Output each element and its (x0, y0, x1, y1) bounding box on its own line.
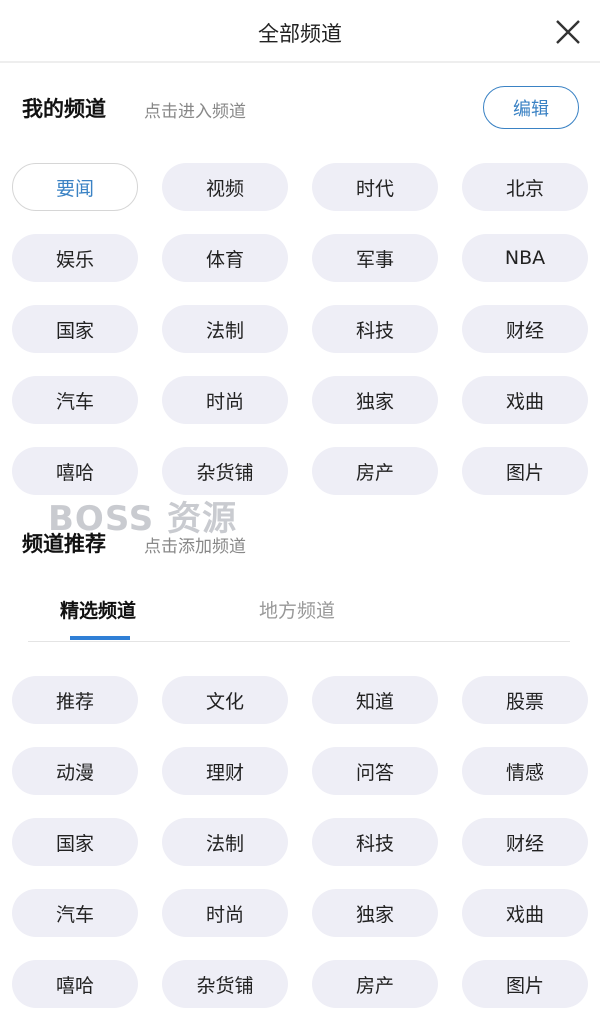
recommended-channel-chip[interactable]: 知道 (312, 676, 438, 724)
my-channel-chip[interactable]: 视频 (162, 163, 288, 211)
recommended-channel-chip[interactable]: 杂货铺 (162, 960, 288, 1008)
my-channels-hint: 点击进入频道 (144, 102, 246, 122)
my-channel-chip[interactable]: 军事 (312, 234, 438, 282)
my-channel-chip[interactable]: 国家 (12, 305, 138, 353)
recommended-channel-chip[interactable]: 情感 (462, 747, 588, 795)
recommended-channel-chip[interactable]: 科技 (312, 818, 438, 866)
page-title: 全部频道 (258, 22, 342, 46)
recommended-channel-chip[interactable]: 动漫 (12, 747, 138, 795)
recommended-channel-chip[interactable]: 国家 (12, 818, 138, 866)
my-channels-grid: 要闻 视频 时代 北京娱乐 体育 军事 NBA 国家 法制 科技 财经汽车 时尚 独家 戏曲嘻哈 杂货铺 房产… (12, 163, 588, 495)
my-channel-chip[interactable]: 房产 (312, 447, 438, 495)
my-channel-chip[interactable]: 戏曲 (462, 376, 588, 424)
recommended-channel-chip[interactable]: 问答 (312, 747, 438, 795)
recommended-channel-chip[interactable]: 股票 (462, 676, 588, 724)
active-tab-indicator (70, 636, 130, 640)
recommended-channel-chip[interactable]: 房产 (312, 960, 438, 1008)
my-channel-chip[interactable]: 时代 (312, 163, 438, 211)
tab-local-channels[interactable]: 地方频道 (259, 596, 335, 623)
recommended-channel-chip[interactable]: 推荐 (12, 676, 138, 724)
my-channel-chip[interactable]: 法制 (162, 305, 288, 353)
my-channel-chip[interactable]: 体育 (162, 234, 288, 282)
recommended-channels-grid: 推荐 文化 知道 股票动漫 理财 问答 情感国家 法制 科技 财经汽车 时尚 独家 戏曲嘻哈 杂货铺 房产图… (12, 676, 588, 1008)
recommended-channel-chip[interactable]: 嘻哈 (12, 960, 138, 1008)
tab-featured-channels[interactable]: 精选频道 (60, 596, 136, 623)
recommended-channel-chip[interactable]: 图片 (462, 960, 588, 1008)
my-channel-chip[interactable]: 北京 (462, 163, 588, 211)
recommended-channel-chip[interactable]: 独家 (312, 889, 438, 937)
my-channel-chip[interactable]: 时尚 (162, 376, 288, 424)
my-channel-chip[interactable]: 汽车 (12, 376, 138, 424)
recommended-channel-chip[interactable]: 时尚 (162, 889, 288, 937)
my-channels-title: 我的频道 (22, 97, 106, 121)
my-channel-chip[interactable]: NBA (462, 234, 588, 282)
recommend-hint: 点击添加频道 (144, 537, 246, 557)
edit-button[interactable]: 编辑 (483, 86, 579, 129)
my-channel-chip[interactable]: 娱乐 (12, 234, 138, 282)
recommended-channel-chip[interactable]: 戏曲 (462, 889, 588, 937)
my-channel-chip[interactable]: 杂货铺 (162, 447, 288, 495)
my-channel-chip[interactable]: 科技 (312, 305, 438, 353)
recommend-title: 频道推荐 (22, 532, 106, 556)
recommended-channel-chip[interactable]: 文化 (162, 676, 288, 724)
my-channel-chip[interactable]: 独家 (312, 376, 438, 424)
recommend-tabs: 精选频道 地方频道 (28, 590, 570, 642)
recommended-channel-chip[interactable]: 理财 (162, 747, 288, 795)
my-channel-chip[interactable]: 财经 (462, 305, 588, 353)
header: 全部频道 (0, 0, 600, 63)
my-channel-chip[interactable]: 图片 (462, 447, 588, 495)
my-channel-chip[interactable]: 要闻 (12, 163, 138, 211)
my-channel-chip[interactable]: 嘻哈 (12, 447, 138, 495)
close-icon[interactable] (554, 18, 582, 46)
recommended-channel-chip[interactable]: 汽车 (12, 889, 138, 937)
recommended-channel-chip[interactable]: 法制 (162, 818, 288, 866)
recommended-channel-chip[interactable]: 财经 (462, 818, 588, 866)
